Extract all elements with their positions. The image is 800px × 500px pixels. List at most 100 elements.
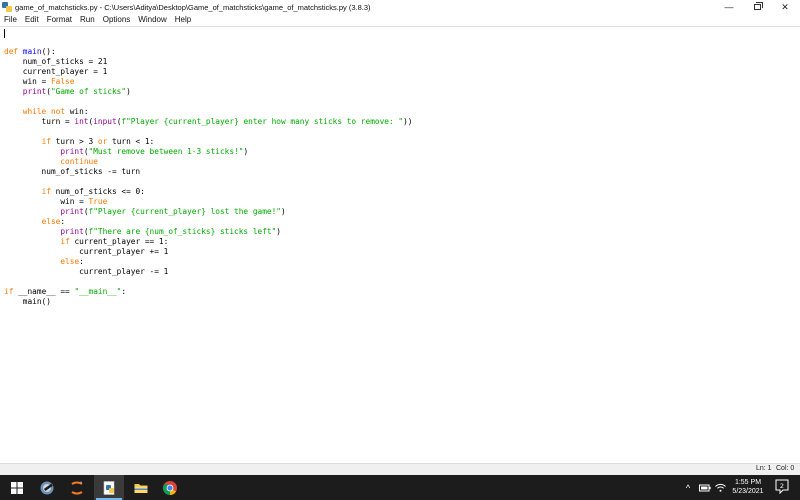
code-token: input <box>93 117 117 126</box>
code-token: current_player += 1 <box>4 247 169 256</box>
menu-bar: File Edit Format Run Options Window Help <box>0 14 800 26</box>
code-line: if __name__ == "__main__": <box>4 287 412 297</box>
code-token: (): <box>41 47 56 56</box>
title-bar: game_of_matchsticks.py - C:\Users\Aditya… <box>0 0 800 14</box>
windows-start-icon <box>11 481 23 494</box>
code-editor[interactable]: def main(): num_of_sticks = 21 current_p… <box>0 27 800 463</box>
menu-help[interactable]: Help <box>171 14 195 26</box>
code-token: )) <box>403 117 413 126</box>
menu-options[interactable]: Options <box>99 14 135 26</box>
minimize-icon: — <box>724 2 734 12</box>
code-token: print <box>22 87 47 96</box>
code-token: def <box>4 47 23 56</box>
code-token: if <box>4 287 19 296</box>
taskbar-file-explorer[interactable] <box>126 475 156 500</box>
code-token: turn = <box>4 117 75 126</box>
code-line: current_player += 1 <box>4 247 412 257</box>
start-button[interactable] <box>2 475 32 500</box>
network-button[interactable] <box>713 475 727 500</box>
code-token: ) <box>126 87 131 96</box>
code-token: print <box>60 207 84 216</box>
system-clock[interactable]: 1:55 PM 5/23/2021 <box>726 478 770 496</box>
code-token: num_of_sticks -= turn <box>4 167 141 176</box>
code-token: num_of_sticks <= 0: <box>55 187 145 196</box>
notification-count: 2 <box>780 482 784 490</box>
code-token: current_player -= 1 <box>4 267 169 276</box>
taskbar-idle[interactable] <box>94 475 124 500</box>
line-number: Ln: 1 <box>756 465 772 472</box>
menu-file[interactable]: File <box>0 14 21 26</box>
code-token: f"There are {num_of_sticks} sticks left" <box>88 227 277 236</box>
code-token: ) <box>276 227 281 236</box>
code-line: continue <box>4 157 412 167</box>
menu-window[interactable]: Window <box>134 14 170 26</box>
menu-format[interactable]: Format <box>43 14 76 26</box>
battery-button[interactable] <box>698 475 712 500</box>
idle-icon <box>103 480 115 495</box>
code-token: "__main__" <box>74 287 122 296</box>
taskbar: ^ 1:55 PM 5/23/2021 2 <box>0 475 800 500</box>
code-token: turn > 3 <box>55 137 98 146</box>
show-hidden-icons-button[interactable]: ^ <box>682 475 694 500</box>
menu-run[interactable]: Run <box>76 14 99 26</box>
code-line: num_of_sticks = 21 <box>4 57 412 67</box>
code-token: f"Player {current_player} lost the game!… <box>88 207 281 216</box>
code-token: print <box>60 227 84 236</box>
code-token: or <box>97 137 112 146</box>
code-line: def main(): <box>4 47 412 57</box>
code-line: main() <box>4 297 412 307</box>
code-line: print(f"There are {num_of_sticks} sticks… <box>4 227 412 237</box>
code-token: current_player = 1 <box>4 67 108 76</box>
code-token: : <box>79 257 84 266</box>
code-token: print <box>60 147 84 156</box>
close-button[interactable]: ✕ <box>770 0 800 14</box>
code-text[interactable]: def main(): num_of_sticks = 21 current_p… <box>4 47 412 307</box>
status-bar: Ln: 1 Col: 0 <box>0 463 800 475</box>
code-line: current_player -= 1 <box>4 267 412 277</box>
code-token: win: <box>69 107 89 116</box>
battery-icon <box>699 484 711 491</box>
minimize-button[interactable]: — <box>714 0 744 14</box>
code-token: if <box>41 187 56 196</box>
window-title: game_of_matchsticks.py - C:\Users\Aditya… <box>15 2 371 12</box>
code-token: int <box>74 117 89 126</box>
code-line: current_player = 1 <box>4 67 412 77</box>
code-token: False <box>50 77 75 86</box>
code-token: win = <box>4 77 51 86</box>
close-icon: ✕ <box>781 1 789 12</box>
code-token: main <box>22 47 42 56</box>
code-token: continue <box>60 157 98 166</box>
code-line: while not win: <box>4 107 412 117</box>
code-token: __name__ == <box>18 287 75 296</box>
code-token: "Must remove between 1-3 sticks!" <box>88 147 244 156</box>
taskbar-app-1[interactable] <box>32 475 62 500</box>
code-line: print(f"Player {current_player} lost the… <box>4 207 412 217</box>
code-token: current_player == 1: <box>74 237 169 246</box>
action-center-button[interactable]: 2 <box>775 479 789 495</box>
app-icon <box>40 481 54 494</box>
taskbar-app-2[interactable] <box>62 475 92 500</box>
maximize-button[interactable] <box>742 0 772 14</box>
code-line: print("Game of sticks") <box>4 87 412 97</box>
chrome-icon <box>163 480 177 495</box>
menu-edit[interactable]: Edit <box>21 14 43 26</box>
wifi-icon <box>714 483 726 492</box>
code-line: else: <box>4 257 412 267</box>
code-token: if <box>41 137 56 146</box>
code-line: print("Must remove between 1-3 sticks!") <box>4 147 412 157</box>
code-token: win = <box>4 197 89 206</box>
code-token: : <box>60 217 66 226</box>
code-line: num_of_sticks -= turn <box>4 167 412 177</box>
code-line: turn = int(input(f"Player {current_playe… <box>4 117 413 127</box>
taskbar-chrome[interactable] <box>155 475 185 500</box>
code-line: win = True <box>4 197 412 207</box>
